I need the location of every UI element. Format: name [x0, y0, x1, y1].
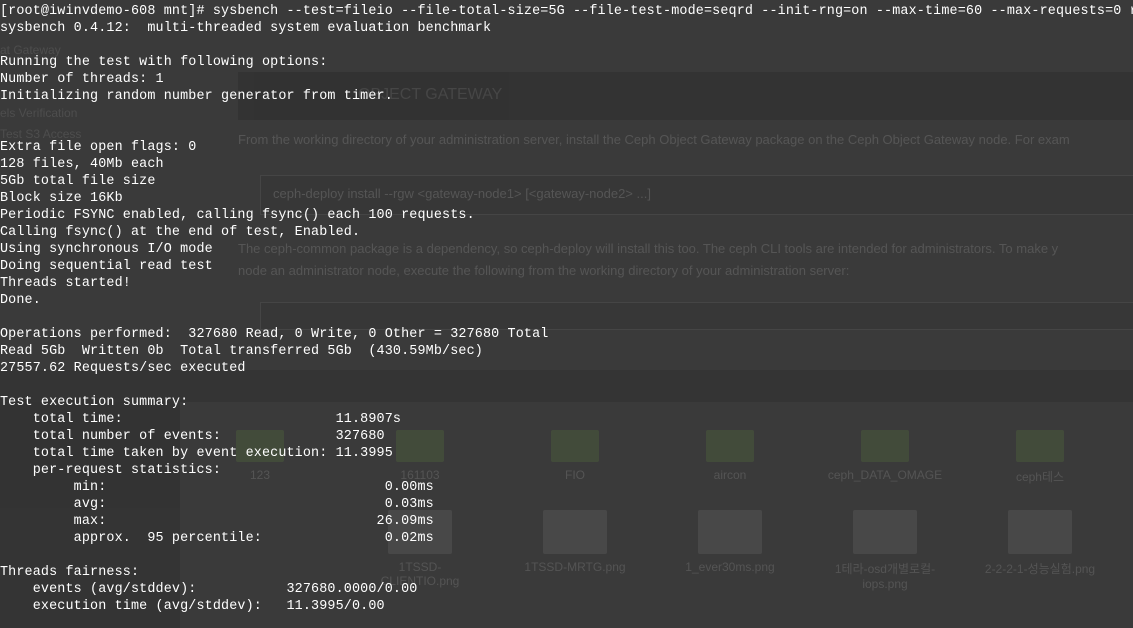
terminal-line: Initializing random number generator fro… [0, 89, 393, 104]
terminal-line: [root@iwinvdemo-608 mnt]# sysbench --tes… [0, 4, 1133, 19]
terminal-line: max: 26.09ms [0, 514, 434, 529]
terminal-line: Extra file open flags: 0 [0, 140, 197, 155]
terminal-line: Running the test with following options: [0, 55, 328, 70]
terminal-line: Threads started! [0, 276, 131, 291]
terminal-line: execution time (avg/stddev): 11.3995/0.0… [0, 599, 385, 614]
terminal-line: Using synchronous I/O mode [0, 242, 213, 257]
terminal-line: total time: 11.8907s [0, 412, 402, 427]
terminal-line: min: 0.00ms [0, 480, 434, 495]
terminal-line: Read 5Gb Written 0b Total transferred 5G… [0, 344, 483, 359]
terminal-output[interactable]: [root@iwinvdemo-608 mnt]# sysbench --tes… [0, 3, 1133, 615]
terminal-line: avg: 0.03ms [0, 497, 434, 512]
terminal-line: Periodic FSYNC enabled, calling fsync() … [0, 208, 475, 223]
terminal-line: total number of events: 327680 [0, 429, 385, 444]
terminal-line: 5Gb total file size [0, 174, 156, 189]
terminal-line: 128 files, 40Mb each [0, 157, 164, 172]
terminal-line: Operations performed: 327680 Read, 0 Wri… [0, 327, 549, 342]
terminal-line: Doing sequential read test [0, 259, 213, 274]
terminal-line: sysbench 0.4.12: multi-threaded system e… [0, 21, 492, 36]
terminal-line: Test execution summary: [0, 395, 189, 410]
terminal-line: Done. [0, 293, 41, 308]
terminal-line: Calling fsync() at the end of test, Enab… [0, 225, 361, 240]
terminal-line: per-request statistics: [0, 463, 222, 478]
terminal-line: approx. 95 percentile: 0.02ms [0, 531, 434, 546]
terminal-line: Block size 16Kb [0, 191, 123, 206]
terminal-line: events (avg/stddev): 327680.0000/0.00 [0, 582, 418, 597]
terminal-line: Number of threads: 1 [0, 72, 164, 87]
terminal-line: total time taken by event execution: 11.… [0, 446, 393, 461]
terminal-line: 27557.62 Requests/sec executed [0, 361, 246, 376]
terminal-line: Threads fairness: [0, 565, 140, 580]
